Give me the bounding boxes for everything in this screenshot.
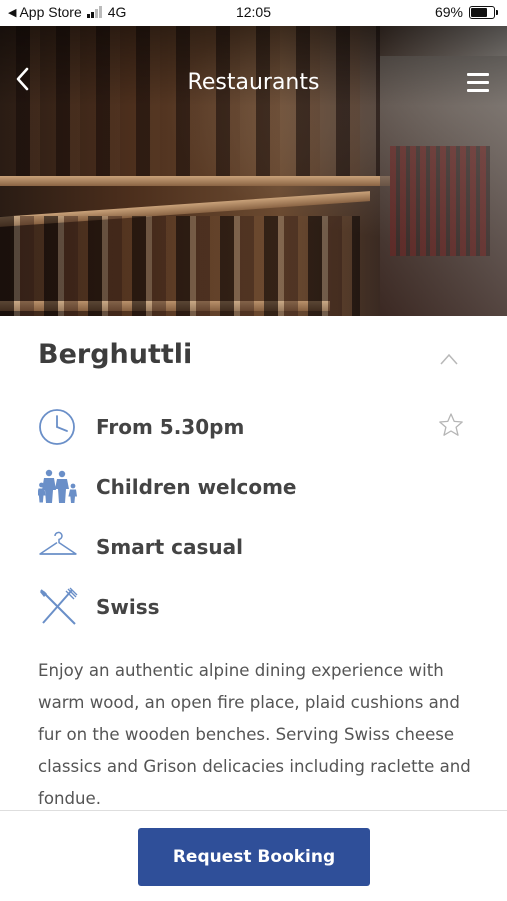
- restaurant-description: Enjoy an authentic alpine dining experie…: [38, 661, 471, 808]
- battery-icon: [469, 5, 498, 19]
- status-bar: ◀ App Store 4G 12:05 69%: [0, 0, 507, 26]
- detail-label: Children welcome: [96, 475, 297, 499]
- detail-label: From 5.30pm: [96, 415, 245, 439]
- detail-label: Smart casual: [96, 535, 243, 559]
- favorite-button[interactable]: [438, 412, 464, 438]
- cutlery-icon: [38, 587, 78, 627]
- star-icon: [439, 413, 463, 436]
- collapse-button[interactable]: [440, 350, 458, 365]
- request-booking-button[interactable]: Request Booking: [138, 828, 370, 886]
- detail-hours: From 5.30pm: [38, 407, 244, 447]
- family-icon: [38, 467, 78, 507]
- clock-icon: [38, 407, 78, 447]
- menu-button[interactable]: [467, 73, 489, 92]
- hanger-icon: [38, 527, 78, 567]
- status-time: 12:05: [235, 4, 272, 20]
- detail-children: Children welcome: [38, 467, 296, 507]
- detail-label: Swiss: [96, 595, 160, 619]
- hero-image: Restaurants: [0, 26, 507, 316]
- restaurant-name: Berghuttli: [38, 339, 193, 370]
- nav-title: Restaurants: [187, 70, 320, 95]
- chevron-up-icon: [440, 353, 458, 365]
- detail-cuisine: Swiss: [38, 587, 160, 627]
- bottom-action-bar: Request Booking: [0, 810, 507, 901]
- detail-dress-code: Smart casual: [38, 527, 243, 567]
- battery-percent: 69%: [434, 4, 463, 20]
